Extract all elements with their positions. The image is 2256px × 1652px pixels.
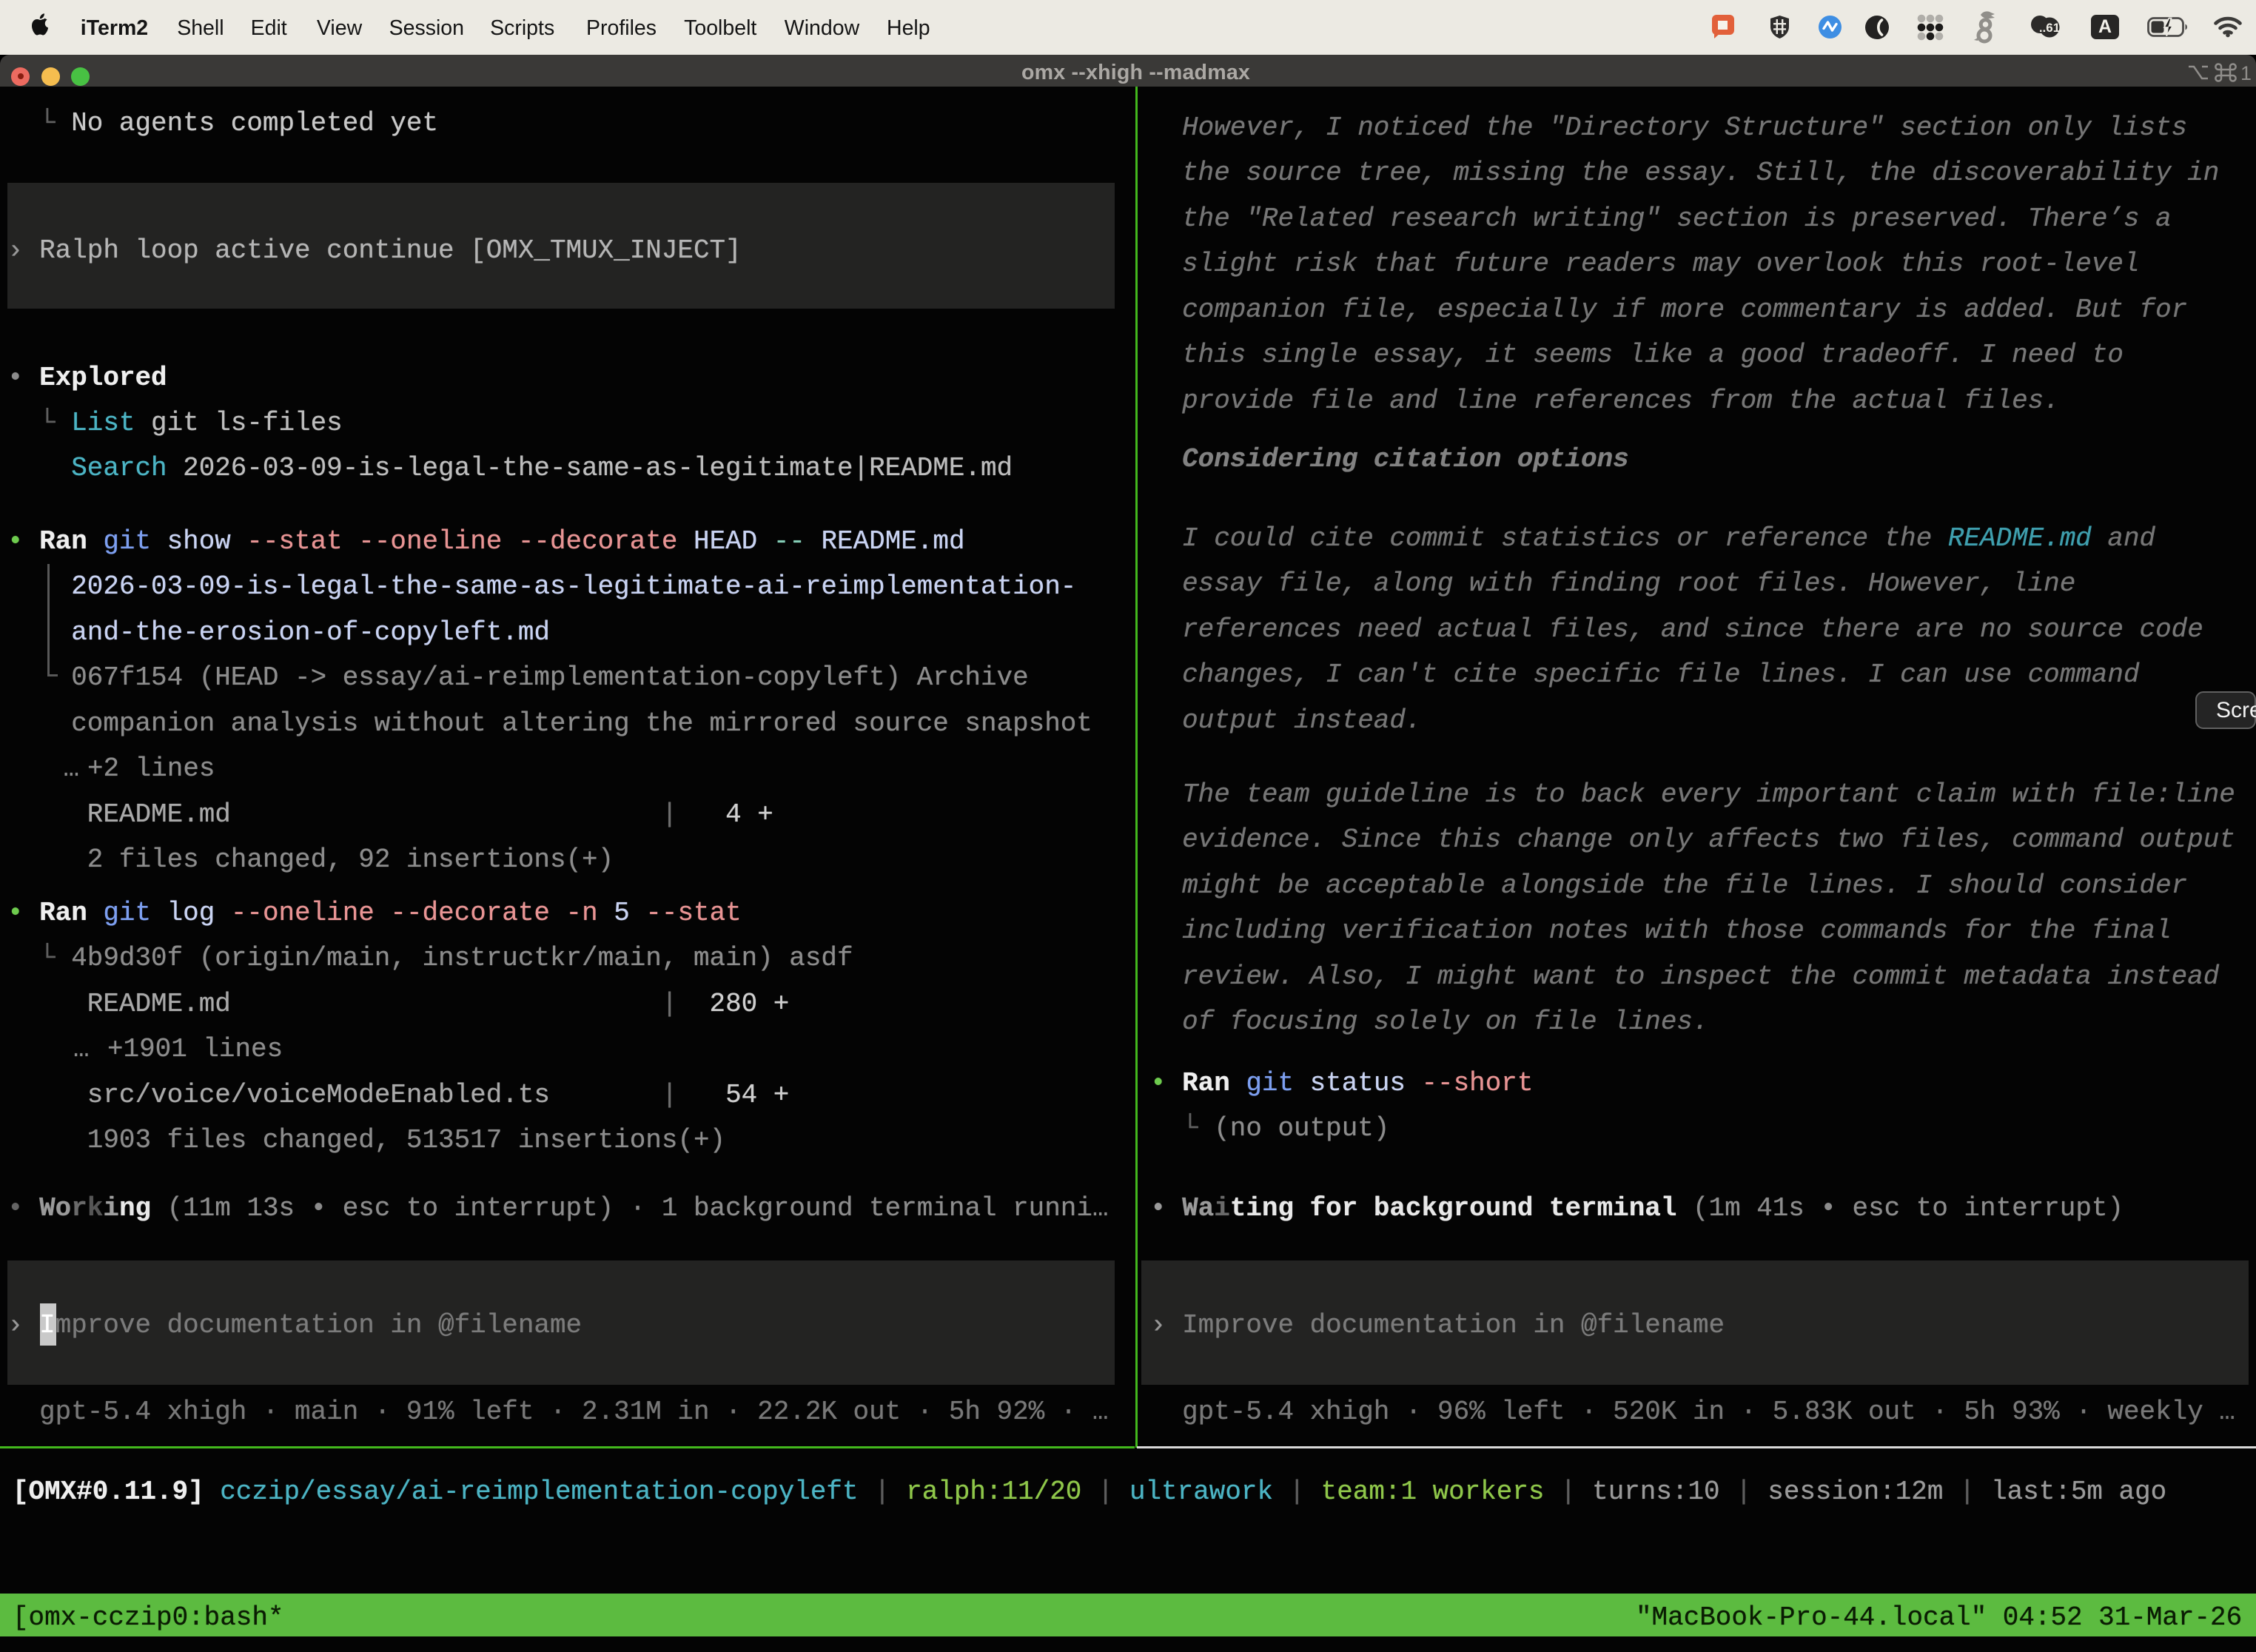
svg-text:..61: ..61 <box>2039 21 2060 35</box>
svg-text:1: 1 <box>2240 62 2252 83</box>
